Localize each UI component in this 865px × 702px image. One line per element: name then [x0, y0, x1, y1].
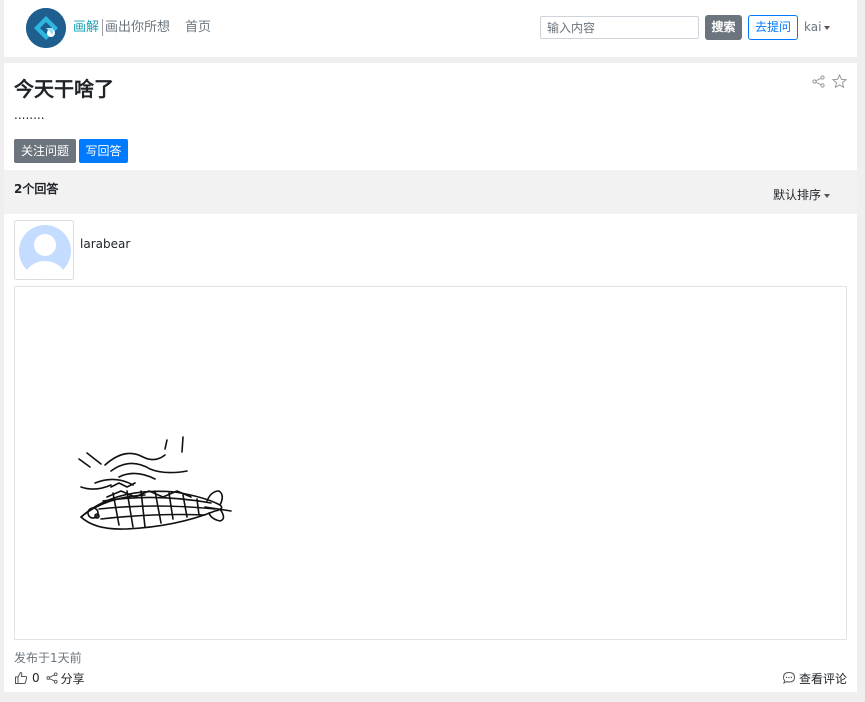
follow-question-button[interactable]: 关注问题: [14, 139, 76, 163]
share-icon[interactable]: [46, 672, 58, 684]
sort-dropdown[interactable]: 默认排序: [773, 186, 831, 203]
avatar[interactable]: [14, 220, 74, 280]
question-description: ........: [14, 108, 45, 122]
post-timestamp: 发布于1天前: [14, 651, 82, 665]
ask-question-button[interactable]: 去提问: [748, 15, 798, 40]
answer-drawing: [14, 286, 847, 640]
write-answer-button[interactable]: 写回答: [79, 139, 128, 163]
question-title: 今天干啥了: [14, 77, 114, 101]
comment-icon: [782, 671, 795, 685]
nav-home-link[interactable]: 首页: [185, 19, 211, 37]
search-input[interactable]: [540, 16, 699, 39]
answer-author[interactable]: larabear: [80, 237, 130, 251]
top-navbar: 画解 画出你所想 首页 搜索 去提问 kai: [4, 0, 857, 57]
share-icon[interactable]: [812, 75, 825, 88]
house-logo-icon[interactable]: [26, 8, 66, 48]
answer-card: larabear 发布于1天前 0 分享 查看评论: [4, 214, 857, 692]
answers-header: 2个回答 默认排序: [4, 170, 857, 214]
share-link[interactable]: 分享: [61, 670, 85, 687]
brand-slogan: 画出你所想: [105, 20, 171, 35]
sort-label: 默认排序: [773, 188, 822, 202]
like-count: 0: [32, 671, 40, 685]
sketch-fish-drawing: [78, 436, 232, 530]
view-comments-label: 查看评论: [798, 671, 847, 686]
question-card: 今天干啥了 ........ 关注问题 写回答: [4, 63, 857, 170]
like-share-row: 0 分享: [14, 670, 85, 686]
chevron-down-icon: [824, 25, 831, 30]
star-icon[interactable]: [832, 74, 847, 89]
brand-link[interactable]: 画解: [73, 19, 99, 37]
view-comments-link[interactable]: 查看评论: [782, 670, 847, 686]
user-avatar-icon: [19, 225, 71, 277]
thumbs-up-icon[interactable]: [14, 671, 28, 685]
answer-count: 2个回答: [14, 182, 59, 196]
search-button[interactable]: 搜索: [705, 15, 742, 40]
user-menu[interactable]: kai: [804, 19, 831, 36]
brand-divider: [102, 19, 103, 36]
chevron-down-icon: [824, 193, 831, 198]
username: kai: [804, 20, 822, 34]
